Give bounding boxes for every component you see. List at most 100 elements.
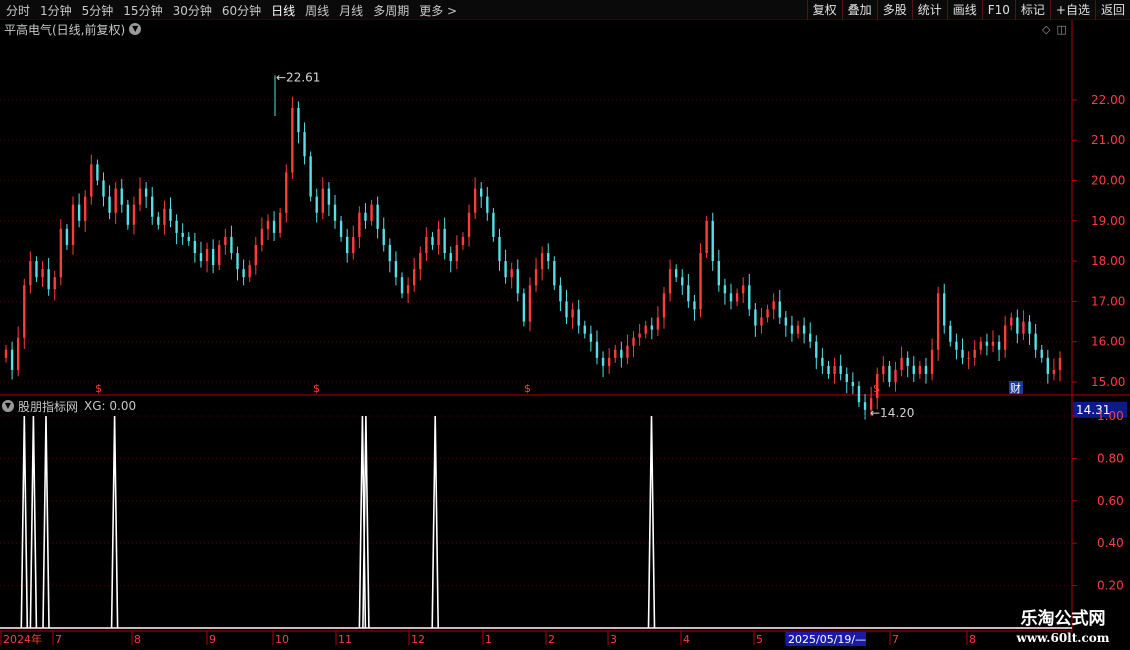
signal-spike bbox=[42, 415, 50, 629]
candle-body bbox=[656, 317, 660, 330]
price-tick-label: 19.00 bbox=[1091, 214, 1125, 228]
time-label: 12 bbox=[411, 633, 425, 646]
candle-body bbox=[699, 253, 702, 310]
time-label: 10 bbox=[275, 633, 289, 646]
price-tick-label: 17.00 bbox=[1091, 294, 1125, 308]
signal-spike bbox=[20, 415, 29, 629]
candle-body bbox=[827, 365, 830, 374]
indicator-name: 股朋指标网 bbox=[18, 399, 79, 414]
candle-body bbox=[894, 369, 897, 382]
signal-spike bbox=[29, 415, 38, 629]
time-label: 4 bbox=[683, 633, 690, 646]
candle-body bbox=[327, 188, 331, 205]
candle-body bbox=[644, 325, 647, 334]
candle-body bbox=[23, 285, 26, 338]
candle-body bbox=[419, 253, 422, 270]
indicator-value: XG: 0.00 bbox=[84, 399, 137, 413]
candle-body bbox=[199, 253, 203, 262]
candle-body bbox=[754, 309, 757, 326]
price-tick-label: 22.00 bbox=[1091, 93, 1125, 107]
candle-body bbox=[132, 204, 136, 225]
indicator-dropdown-icon[interactable]: ▼ bbox=[2, 400, 14, 412]
candle-body bbox=[589, 333, 593, 342]
candle-body bbox=[236, 253, 239, 270]
candle-body bbox=[425, 236, 428, 254]
candle-body bbox=[522, 293, 526, 322]
candle-body bbox=[979, 341, 982, 350]
candle-body bbox=[729, 293, 733, 302]
candle-body bbox=[4, 349, 8, 358]
candle-body bbox=[29, 261, 32, 286]
candle-body bbox=[1010, 317, 1013, 326]
candle-body bbox=[949, 325, 952, 342]
candle-body bbox=[431, 236, 434, 245]
price-tick-label: 16.00 bbox=[1091, 335, 1125, 349]
candle-body bbox=[449, 253, 452, 262]
candle-body bbox=[723, 285, 727, 294]
candle-body bbox=[997, 341, 1001, 350]
candle-body bbox=[498, 236, 501, 262]
candle-body bbox=[1040, 349, 1043, 358]
indicator-tick-label: 0.20 bbox=[1097, 579, 1124, 593]
candle-body bbox=[973, 349, 976, 358]
candle-body bbox=[120, 188, 123, 205]
price-tick-label: 18.00 bbox=[1091, 254, 1125, 268]
candle-body bbox=[857, 386, 861, 403]
candle-body bbox=[480, 188, 483, 197]
stock-chart[interactable]: 22.0021.0020.0019.0018.0017.0016.0015.00… bbox=[0, 0, 1130, 650]
candle-body bbox=[406, 285, 410, 294]
dividend-marker: $ bbox=[873, 382, 880, 395]
candle-body bbox=[492, 212, 495, 237]
candle-body bbox=[364, 212, 367, 221]
candle-body bbox=[882, 365, 885, 374]
candle-body bbox=[1034, 333, 1037, 350]
candle-body bbox=[370, 204, 373, 221]
candle-body bbox=[772, 301, 775, 310]
candle-body bbox=[528, 285, 532, 322]
candle-body bbox=[108, 196, 111, 213]
candle-body bbox=[620, 349, 623, 358]
candle-body bbox=[930, 349, 934, 374]
candle-body bbox=[193, 240, 197, 254]
candle-body bbox=[912, 365, 915, 374]
candle-body bbox=[211, 249, 215, 266]
candle-body bbox=[760, 317, 763, 326]
candle-body bbox=[1028, 321, 1031, 334]
candle-body bbox=[796, 325, 800, 334]
indicator-tick-label: 0.80 bbox=[1097, 451, 1124, 465]
time-label: 2024年 bbox=[3, 632, 42, 646]
candle-body bbox=[553, 261, 556, 286]
time-label: 9 bbox=[209, 633, 216, 646]
candle-body bbox=[309, 156, 312, 197]
candle-body bbox=[473, 188, 477, 213]
candle-body bbox=[547, 253, 550, 262]
candle-body bbox=[851, 382, 855, 387]
candle-body bbox=[47, 269, 50, 290]
candle-body bbox=[565, 301, 568, 318]
candle-body bbox=[467, 212, 471, 237]
watermark-url: www.60lt.com bbox=[1016, 631, 1110, 645]
candle-body bbox=[681, 277, 684, 286]
price-tick-label: 15.00 bbox=[1091, 375, 1125, 389]
candle-body bbox=[339, 220, 343, 237]
candle-body bbox=[260, 228, 264, 245]
candle-body bbox=[65, 228, 69, 245]
candle-body bbox=[144, 188, 148, 197]
candle-body bbox=[674, 269, 678, 278]
candle-body bbox=[607, 357, 611, 366]
candle-body bbox=[35, 261, 38, 278]
candle-body bbox=[790, 325, 794, 334]
candle-body bbox=[242, 269, 245, 278]
candle-body bbox=[16, 337, 20, 370]
candle-body bbox=[461, 236, 465, 245]
candle-body bbox=[59, 228, 63, 278]
candle-body bbox=[815, 341, 818, 358]
indicator-tick-label: 1.00 bbox=[1097, 409, 1124, 423]
candle-body bbox=[717, 261, 721, 286]
candle-body bbox=[583, 325, 586, 334]
candle-body bbox=[1052, 369, 1056, 374]
candle-body bbox=[559, 285, 562, 302]
candle-body bbox=[358, 212, 361, 237]
candle-body bbox=[693, 301, 696, 310]
candle-body bbox=[1016, 317, 1019, 334]
